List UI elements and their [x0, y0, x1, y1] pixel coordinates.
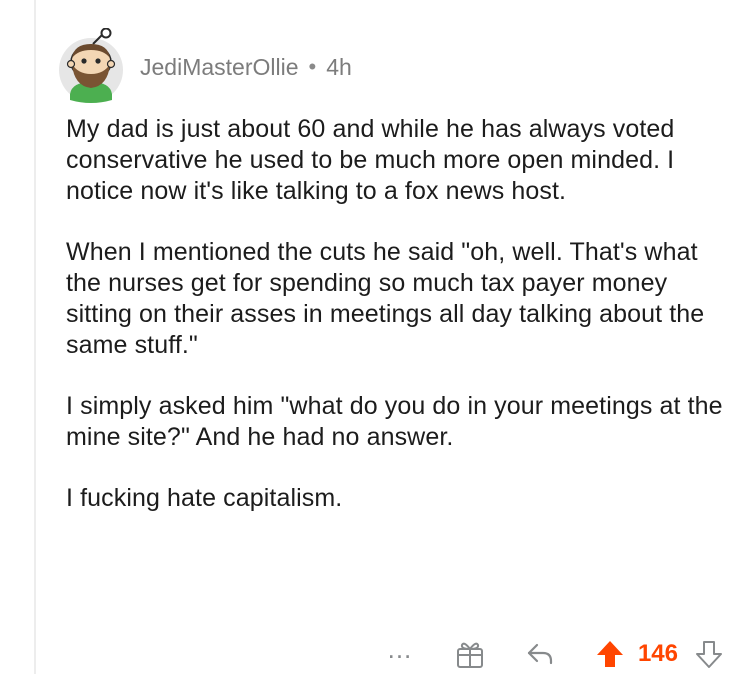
comment-paragraph: My dad is just about 60 and while he has…: [66, 115, 675, 205]
comment-paragraph: I simply asked him "what do you do in yo…: [66, 392, 723, 451]
award-button[interactable]: [452, 634, 488, 674]
comment-paragraph: I fucking hate capitalism.: [66, 484, 343, 512]
snoo-avatar-icon: [59, 28, 123, 103]
avatar[interactable]: [58, 28, 124, 104]
more-options-button[interactable]: ...: [378, 629, 422, 679]
thread-line[interactable]: [34, 0, 36, 674]
comment-paragraph: When I mentioned the cuts he said "oh, w…: [66, 238, 705, 359]
comment-action-bar: ... 146: [378, 634, 726, 674]
vote-score: 146: [637, 640, 678, 667]
downvote-arrow-icon: [696, 641, 722, 668]
author-name[interactable]: JediMasterOllie: [140, 54, 299, 81]
comment-meta: JediMasterOllie • 4h: [140, 54, 352, 81]
comment-header: JediMasterOllie • 4h: [58, 24, 352, 108]
downvote-button[interactable]: [692, 634, 726, 674]
more-options-icon: ...: [387, 633, 413, 664]
award-gift-icon: [456, 642, 483, 668]
upvote-button[interactable]: [592, 634, 628, 674]
reply-button[interactable]: [522, 634, 558, 674]
reply-arrow-icon: [527, 643, 553, 665]
upvote-arrow-icon: [596, 641, 623, 667]
comment-age: 4h: [326, 53, 352, 80]
meta-separator: •: [308, 54, 317, 79]
comment-body: My dad is just about 60 and while he has…: [66, 114, 726, 544]
